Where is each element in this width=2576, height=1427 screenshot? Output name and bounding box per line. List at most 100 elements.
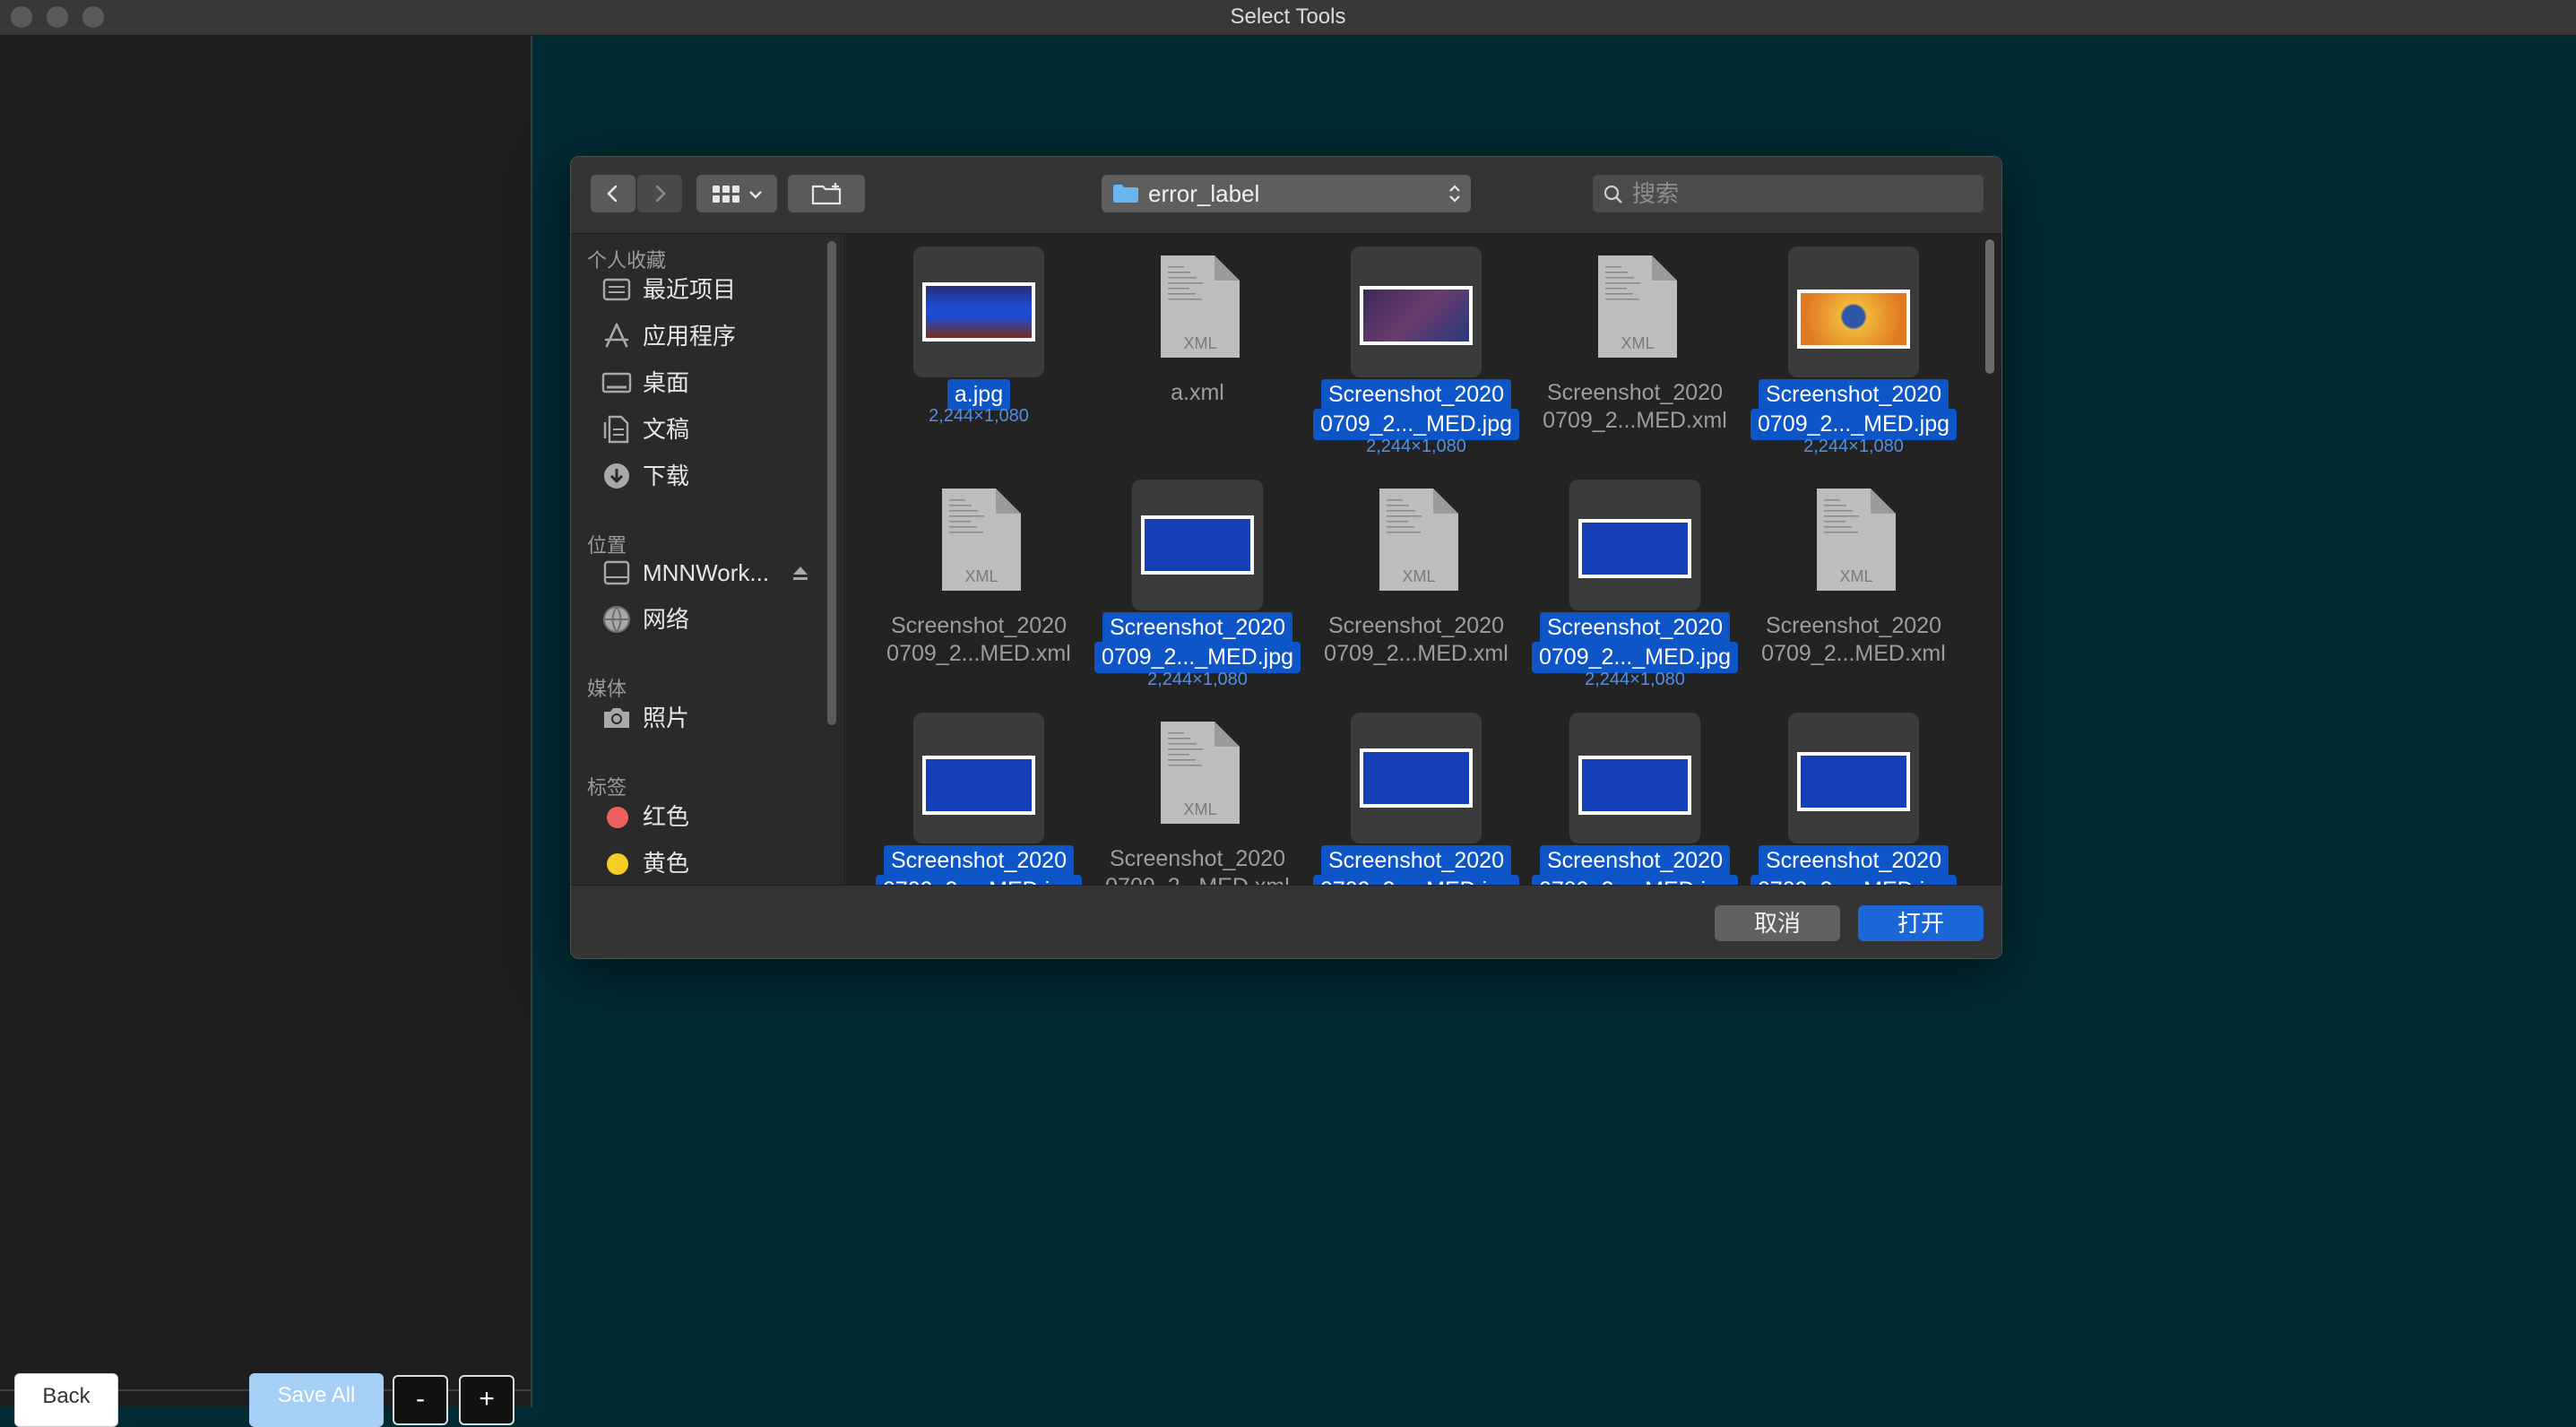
file-name-line1: Screenshot_2020 xyxy=(1540,612,1730,644)
file-item[interactable]: XML Screenshot_2020 0709_2...MED.xml xyxy=(860,474,1073,707)
file-item[interactable]: XML Screenshot_2020 0709_2...MED.xml xyxy=(1516,241,1729,474)
search-icon xyxy=(1604,185,1622,203)
file-item[interactable]: Screenshot_2020 0709_2..._MED.jpg 2,244×1,… xyxy=(1297,241,1520,474)
image-thumbnail xyxy=(1788,713,1919,843)
file-name-line2: 0709_2...MED.xml xyxy=(1761,641,1946,666)
xml-label: XML xyxy=(964,567,998,585)
sidebar-item-label: 网络 xyxy=(643,606,690,633)
sidebar-item-label: 红色 xyxy=(643,803,690,830)
document-icon: XML xyxy=(1379,489,1458,591)
file-grid-scrollbar[interactable] xyxy=(1985,239,1994,374)
back-nav-button[interactable] xyxy=(591,175,635,212)
file-item[interactable]: XML Screenshot_2020 0709_2...MED.xml xyxy=(1078,707,1292,885)
file-name: Screenshot_2020 0709_2...MED.xml xyxy=(1734,612,1973,668)
xml-file-icon: XML xyxy=(1569,246,1700,377)
sidebar-item-tag-yellow[interactable]: 黄色 xyxy=(601,843,834,883)
file-item[interactable]: Screenshot_20200709_2..._MED.jpg xyxy=(1297,707,1520,885)
image-preview xyxy=(1360,286,1473,345)
file-name-line2: 0709_2..._MED.jpg xyxy=(1094,642,1301,673)
sidebar-item-documents[interactable]: 文稿 xyxy=(601,410,834,449)
file-item[interactable]: XML a.xml xyxy=(1078,241,1292,474)
image-preview xyxy=(1360,748,1473,808)
sidebar-item-label: MNNWork... xyxy=(643,559,770,586)
file-item[interactable]: XML Screenshot_2020 0709_2...MED.xml xyxy=(1297,474,1510,707)
xml-label: XML xyxy=(1183,334,1216,352)
image-thumbnail xyxy=(1788,246,1919,377)
file-name-line2: 0709_2..._MED.jpg xyxy=(1750,875,1958,885)
xml-file-icon: XML xyxy=(1351,480,1482,610)
sidebar-item-network[interactable]: 网络 xyxy=(601,600,834,639)
file-name-line1: Screenshot_2020 xyxy=(891,613,1067,638)
file-item[interactable]: Screenshot_20200709_2..._MED.jpg xyxy=(1734,707,1958,885)
file-name-line2: 0709_2..._MED.jpg xyxy=(1531,875,1739,885)
sidebar-item-label: 下载 xyxy=(643,463,690,489)
file-item[interactable]: XML Screenshot_2020 0709_2...MED.xml xyxy=(1734,474,1948,707)
zoom-out-button[interactable]: - xyxy=(393,1375,448,1425)
file-item[interactable]: Screenshot_2020 0709_2..._MED.jpg 2,244×1,… xyxy=(1734,241,1958,474)
file-item[interactable]: Screenshot_20200709_2..._MED.jpg xyxy=(1516,707,1739,885)
document-icon: XML xyxy=(1817,489,1896,591)
xml-label: XML xyxy=(1402,567,1435,585)
file-name: Screenshot_2020 0709_2...MED.xml xyxy=(1516,379,1754,435)
file-item[interactable]: Screenshot_2020 0709_2..._MED.jpg 2,244×1,… xyxy=(1516,474,1739,707)
left-panel xyxy=(0,36,532,1407)
sidebar-item-mnnwork-drive[interactable]: MNNWork... xyxy=(601,553,834,592)
sidebar-item-recents[interactable]: 最近项目 xyxy=(601,270,834,309)
dialog-sidebar: 个人收藏 最近项目 应用程序 桌面 文稿 下载 位置 MNNWork... 网络… xyxy=(571,234,845,885)
file-name-line1: Screenshot_2020 xyxy=(1547,380,1723,405)
cancel-button[interactable]: 取消 xyxy=(1715,905,1840,941)
back-button[interactable]: Back xyxy=(14,1373,118,1427)
image-preview xyxy=(1578,756,1691,815)
network-icon xyxy=(603,606,630,633)
eject-icon[interactable] xyxy=(791,564,809,582)
window-title: Select Tools xyxy=(1230,4,1346,29)
document-icon: XML xyxy=(1161,722,1240,824)
open-button[interactable]: 打开 xyxy=(1858,905,1984,941)
sidebar-item-applications[interactable]: 应用程序 xyxy=(601,316,834,356)
sidebar-item-downloads[interactable]: 下载 xyxy=(601,456,834,496)
save-all-button[interactable]: Save All xyxy=(249,1373,384,1427)
image-thumbnail xyxy=(1569,713,1700,843)
file-name: Screenshot_20200709_2..._MED.jpg xyxy=(1516,612,1754,673)
file-name-line1: Screenshot_2020 xyxy=(1110,846,1285,871)
image-preview xyxy=(922,282,1035,342)
new-folder-button[interactable] xyxy=(788,175,865,212)
chevron-right-icon xyxy=(655,185,666,203)
sidebar-item-label: 文稿 xyxy=(643,416,690,443)
image-thumbnail xyxy=(1132,480,1263,610)
image-preview xyxy=(1797,752,1910,811)
folder-icon xyxy=(1113,185,1138,203)
file-name-line1: a.xml xyxy=(1171,380,1224,405)
file-name: a.xml xyxy=(1078,379,1317,407)
dialog-footer: 取消 打开 xyxy=(571,885,2001,958)
path-popup[interactable]: error_label xyxy=(1102,175,1471,212)
file-name-line1: Screenshot_2020 xyxy=(1766,613,1941,638)
image-dimensions: 2,244×1,080 xyxy=(1366,437,1466,456)
file-name-line2: 0709_2..._MED.jpg xyxy=(1312,875,1520,885)
sidebar-item-label: 应用程序 xyxy=(643,323,737,350)
file-item[interactable]: Screenshot_2020 0709_2..._MED.jpg 2,244×1,… xyxy=(1078,474,1301,707)
sidebar-item-tag-red[interactable]: 红色 xyxy=(601,797,834,836)
file-name: Screenshot_20200709_2..._MED.jpg xyxy=(1297,379,1535,440)
sidebar-scrollbar[interactable] xyxy=(827,241,836,725)
updown-chevron-icon xyxy=(1449,185,1460,203)
view-mode-button[interactable] xyxy=(696,175,777,212)
documents-icon xyxy=(603,415,629,444)
xml-label: XML xyxy=(1839,567,1872,585)
document-icon: XML xyxy=(942,489,1021,591)
file-name-line2: 0709_2...MED.xml xyxy=(1105,874,1290,885)
search-placeholder: 搜索 xyxy=(1632,180,1680,207)
zoom-in-button[interactable]: + xyxy=(459,1375,514,1425)
forward-nav-button[interactable] xyxy=(637,175,682,212)
file-name-line1: Screenshot_2020 xyxy=(1759,845,1949,877)
sidebar-item-desktop[interactable]: 桌面 xyxy=(601,363,834,402)
path-label: error_label xyxy=(1148,180,1260,207)
sidebar-item-photos[interactable]: 照片 xyxy=(601,698,834,738)
sidebar-item-label: 照片 xyxy=(643,705,690,731)
xml-label: XML xyxy=(1621,334,1654,352)
file-item[interactable]: Screenshot_20200709_2..._MED.jpg xyxy=(860,707,1083,885)
xml-label: XML xyxy=(1183,800,1216,818)
search-field[interactable]: 搜索 xyxy=(1593,175,1984,212)
image-thumbnail xyxy=(1351,246,1482,377)
file-item[interactable]: a.jpg 2,244×1,080 xyxy=(860,241,1073,474)
